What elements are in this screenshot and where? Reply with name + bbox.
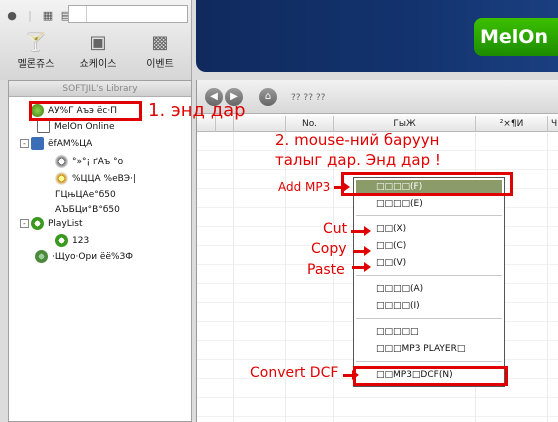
gift-icon: ▩: [151, 32, 169, 53]
highlight-box-add-mp3: [341, 172, 513, 196]
annotation-step2-line1: 2. mouse-ний баруун: [275, 131, 440, 149]
tree-item-melon-online[interactable]: MelOn Online: [37, 119, 114, 134]
top-toolbar: ● | ▦ ▤ 🍸 멜론쥬스 ▣ 쇼케이스 ▩ 이벤트: [0, 0, 192, 80]
main-toolbar: ◀ ▶ ⌂ ?? ?? ??: [197, 80, 558, 114]
tree-item-sub4[interactable]: AЪБЦи°В°б50: [55, 202, 120, 217]
folder-icon: [31, 137, 44, 150]
speaker-icon: [55, 172, 68, 185]
annotation-paste: Paste: [307, 262, 345, 278]
collapse-icon[interactable]: -: [20, 219, 29, 228]
arrow-cut: [351, 226, 371, 236]
tree-item-sub3[interactable]: ГЦњЦAе°б50: [55, 187, 116, 202]
annotation-add-mp3: Add MP3: [278, 180, 331, 194]
library-sidebar: SOFTJIL's Library AУ%Г Aъэ ёс·П MelOn On…: [8, 80, 192, 422]
column-divider: [233, 132, 234, 422]
tree-item-label: °»°¡ ґAъ °о: [72, 156, 124, 167]
column-header-title[interactable]: ГыЖ: [333, 116, 475, 132]
search-input[interactable]: [68, 5, 188, 23]
separator-icon: |: [28, 8, 32, 22]
menu-item-info[interactable]: □□□□(I): [356, 299, 502, 314]
annotation-convert-dcf: Convert DCF: [250, 365, 339, 381]
menu-separator: [356, 318, 502, 319]
brand-logo: MelOn: [474, 18, 558, 56]
tree-item-123[interactable]: 123: [55, 233, 89, 248]
menu-item-cut[interactable]: □□(X): [356, 222, 502, 237]
tree-item-sub2[interactable]: %ЦЦA %еВЭ·|: [55, 171, 136, 186]
column-divider: [547, 132, 548, 422]
arrow-add-mp3: [334, 182, 350, 192]
menu-item-mp3-player[interactable]: □□□MP3 PLAYER□: [356, 342, 502, 357]
path-text: ?? ?? ??: [291, 93, 326, 103]
annotation-cut: Cut: [323, 221, 348, 237]
playlist-icon: [55, 234, 68, 247]
menu-item-paste[interactable]: □□(V): [356, 256, 502, 271]
tree-item-label: ·Щуо·Ори ёё%ЗФ: [52, 251, 134, 262]
library-title: SOFTJIL's Library: [9, 81, 191, 97]
tree-item-sub1[interactable]: °»°¡ ґAъ °о: [55, 154, 123, 169]
arrow-paste: [352, 262, 371, 272]
nav-label: 멜론쥬스: [17, 59, 55, 70]
menu-separator: [356, 275, 502, 276]
download-icon: [35, 250, 48, 263]
nav-label: 이벤트: [146, 59, 174, 70]
search-focus-box: [69, 6, 87, 22]
header-banner: MelOn: [196, 0, 558, 72]
tv-icon: ▣: [89, 32, 107, 53]
nav-buttons: 🍸 멜론쥬스 ▣ 쇼케이스 ▩ 이벤트: [10, 28, 186, 74]
context-menu: □□□□(F) □□□□(E) □□(X) □□(C) □□(V) □□□□(A…: [353, 177, 505, 387]
column-header-extra[interactable]: Ч: [547, 116, 558, 132]
disc-icon: [55, 155, 68, 168]
arrow-copy: [353, 246, 371, 256]
tree-item-folder[interactable]: ёfAM%ЦA: [31, 136, 92, 151]
user-icon[interactable]: ●: [4, 7, 20, 23]
menu-item-select-all[interactable]: □□□□(A): [356, 282, 502, 297]
arrow-convert-dcf: [343, 370, 359, 380]
play-icon: [37, 120, 50, 133]
playlist-icon: [31, 217, 44, 230]
event-button[interactable]: ▩ 이벤트: [134, 28, 186, 74]
menu-separator: [356, 361, 502, 362]
tree-item-label: 123: [72, 235, 90, 246]
annotation-copy: Copy: [311, 241, 347, 257]
list-header: No. ГыЖ ²×¶И Ч: [197, 116, 558, 132]
home-button[interactable]: ⌂: [259, 88, 277, 106]
menu-item-send[interactable]: □□□□□: [356, 325, 502, 340]
brand-logo-text: MelOn: [480, 26, 548, 48]
highlight-box-library: [29, 101, 142, 121]
tree-item-label: ГЦњЦAе°б50: [55, 189, 116, 200]
menu-separator: [356, 215, 502, 216]
tree-item-label: ёfAM%ЦA: [48, 138, 93, 149]
menu-item-copy[interactable]: □□(C): [356, 239, 502, 254]
tree-item-playlist[interactable]: PlayList: [31, 216, 83, 231]
cocktail-icon: 🍸: [24, 32, 48, 53]
tree-item-download[interactable]: ·Щуо·Ори ёё%ЗФ: [35, 249, 133, 264]
nav-label: 쇼케이스: [79, 59, 117, 70]
tree-item-label: AЪБЦи°В°б50: [55, 204, 120, 215]
app-window: ● | ▦ ▤ 🍸 멜론쥬스 ▣ 쇼케이스 ▩ 이벤트 MelOn SOFTJI…: [0, 0, 558, 422]
melon-juice-button[interactable]: 🍸 멜론쥬스: [10, 28, 62, 74]
annotation-step2-line2: талыг дар. Энд дар !: [275, 151, 441, 169]
showcase-button[interactable]: ▣ 쇼케이스: [72, 28, 124, 74]
tree-item-label: %ЦЦA %еВЭ·|: [72, 173, 136, 184]
gift-small-icon[interactable]: ▦: [40, 7, 56, 23]
highlight-box-convert-dcf: [353, 366, 508, 386]
tree-item-label: PlayList: [48, 218, 83, 229]
mini-toolbar: ● | ▦ ▤: [4, 4, 74, 26]
column-header-no[interactable]: No.: [285, 116, 333, 132]
collapse-icon[interactable]: -: [20, 139, 29, 148]
tree-item-label: MelOn Online: [54, 121, 115, 132]
column-header-length[interactable]: ²×¶И: [475, 116, 547, 132]
annotation-step1: 1. энд дар: [148, 100, 246, 121]
menu-item-edit[interactable]: □□□□(E): [356, 197, 502, 212]
